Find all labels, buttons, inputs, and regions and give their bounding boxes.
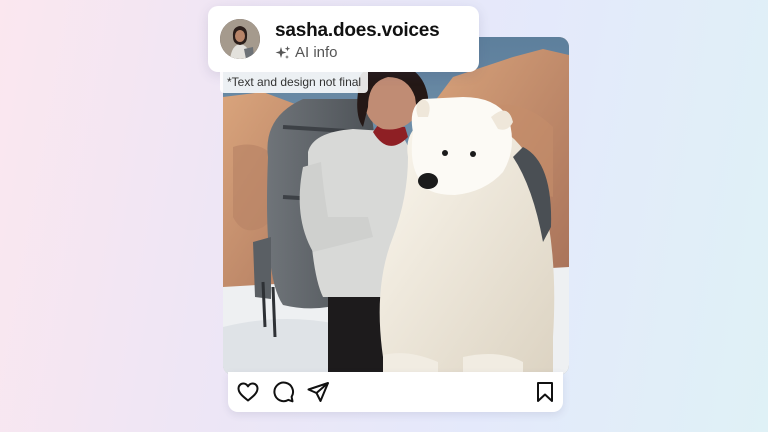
disclaimer-label: *Text and design not final (220, 72, 369, 93)
comment-button[interactable] (271, 380, 295, 404)
ai-info-label: AI info (295, 44, 338, 61)
like-button[interactable] (236, 380, 260, 404)
username[interactable]: sasha.does.voices (275, 20, 440, 42)
share-button[interactable] (306, 380, 330, 404)
post-actions-bar (228, 372, 563, 412)
post-header-card: sasha.does.voices AI info (208, 6, 479, 72)
avatar[interactable] (220, 19, 260, 59)
ai-info-link[interactable]: AI info (275, 44, 338, 61)
profile-photo (220, 19, 260, 59)
heart-icon (237, 382, 259, 402)
bookmark-icon (537, 382, 553, 402)
save-button[interactable] (533, 380, 557, 404)
sparkle-icon (275, 45, 291, 61)
send-icon (307, 382, 329, 402)
comment-icon (273, 381, 295, 403)
